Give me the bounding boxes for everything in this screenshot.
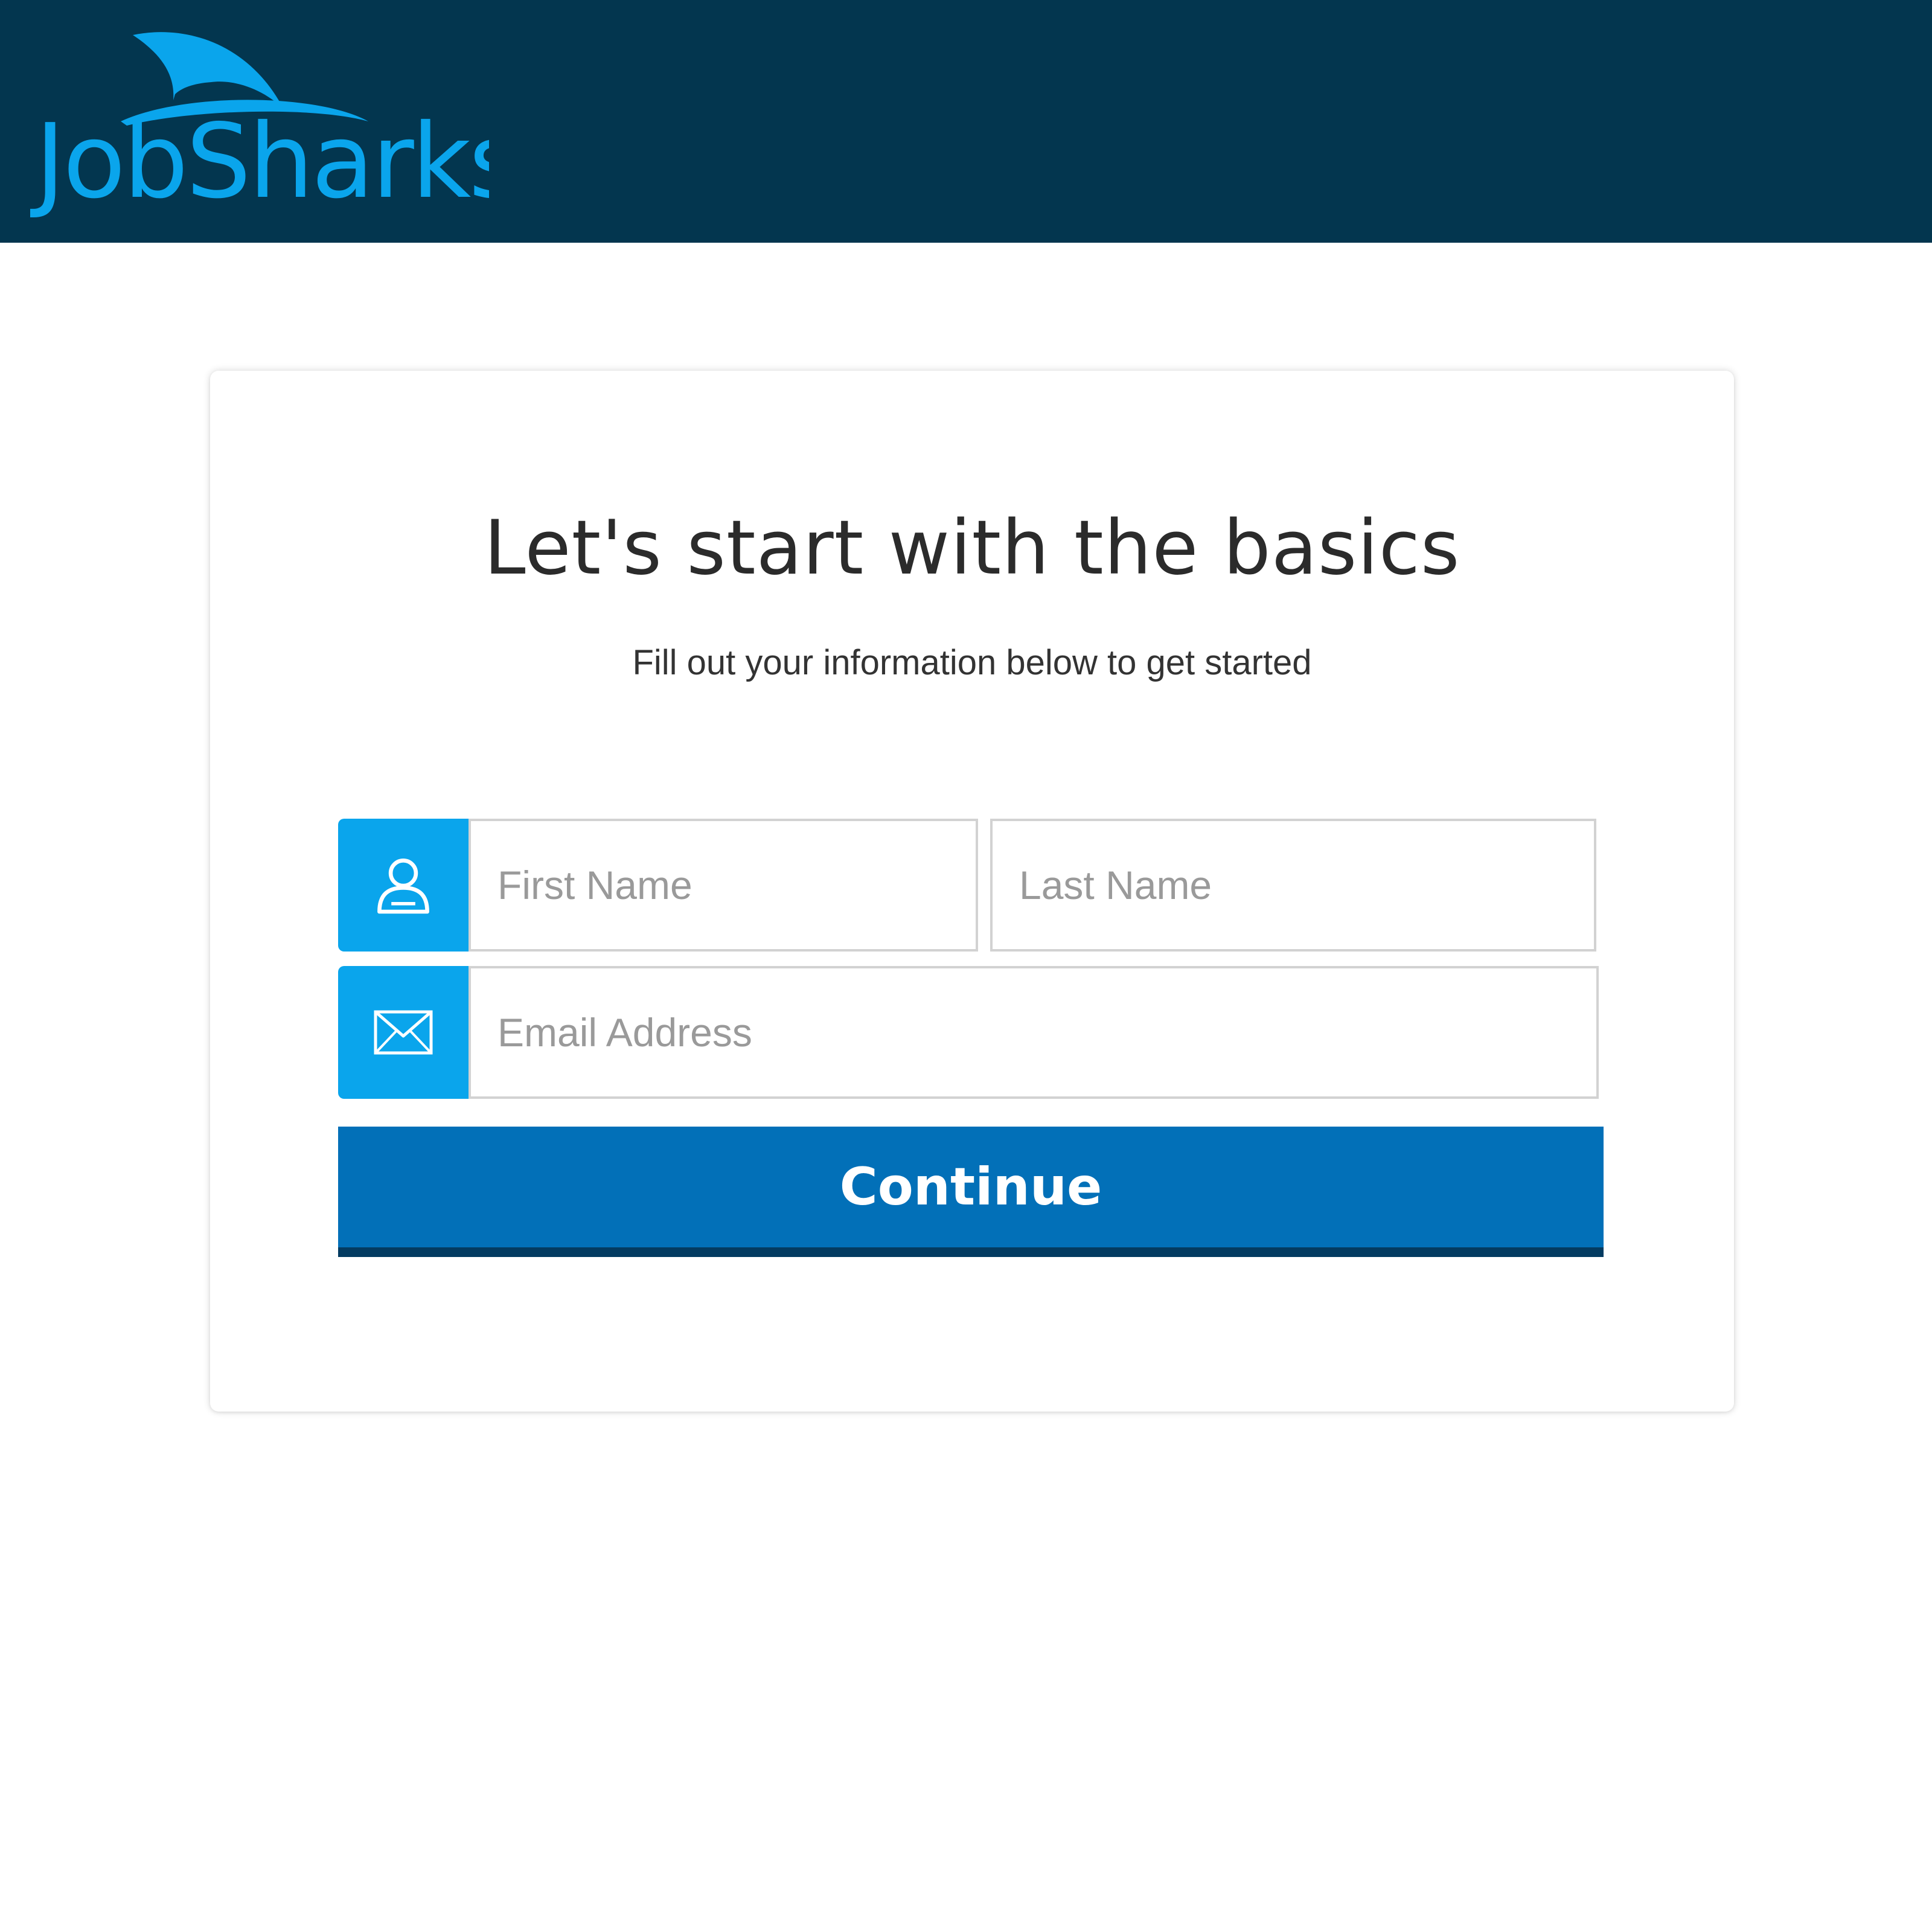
page-subtitle: Fill out your information below to get s… [632,643,1312,682]
user-icon [377,859,429,914]
first-name-field[interactable] [469,819,978,952]
email-field[interactable] [469,966,1599,1099]
continue-button[interactable]: Continue [338,1127,1604,1257]
email-icon-box [338,966,469,1099]
name-icon-box [338,819,469,952]
page-title: Let's start with the basics [484,505,1460,592]
jobsharks-logo[interactable]: JobSharks [30,22,489,227]
site-header: JobSharks [0,0,1932,243]
shark-fin-logo-icon: JobSharks [30,32,489,222]
signup-card: Let's start with the basics Fill out you… [210,371,1734,1412]
last-name-field[interactable] [990,819,1596,952]
envelope-icon [374,1010,433,1055]
svg-text:JobSharks: JobSharks [30,102,489,222]
